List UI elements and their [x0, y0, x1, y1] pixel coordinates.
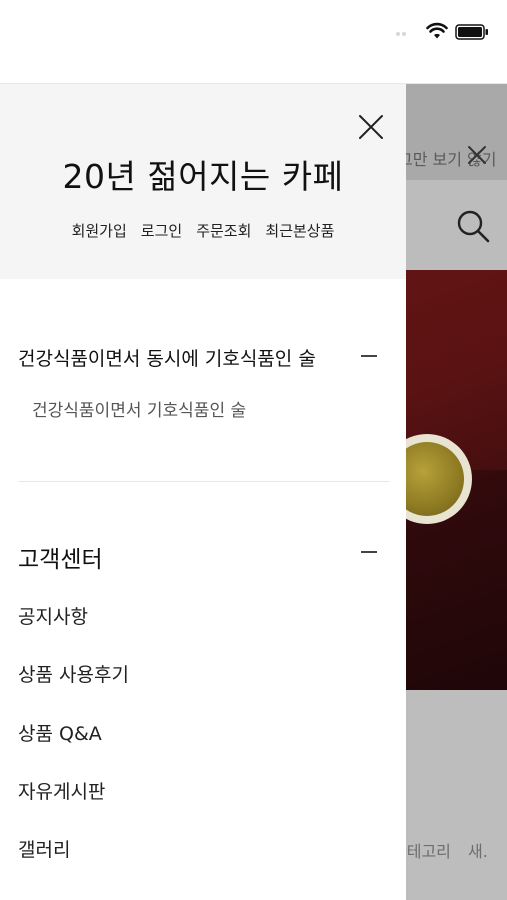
- shop-title: 20년 젊어지는 카페: [62, 157, 344, 196]
- recently-viewed-link[interactable]: 최근본상품: [265, 220, 334, 241]
- category-section-title[interactable]: 건강식품이면서 동시에 기호식품인 술: [18, 344, 316, 371]
- status-bar: [0, 0, 507, 84]
- signal-dots-icon: [396, 30, 408, 38]
- product-qna-link[interactable]: 상품 Q&A: [18, 719, 102, 746]
- bottom-nav-new[interactable]: 새.: [468, 838, 488, 862]
- product-review-link[interactable]: 상품 사용후기: [18, 660, 129, 687]
- category-item[interactable]: 건강식품이면서 기호식품인 술: [32, 396, 246, 421]
- gallery-link[interactable]: 갤러리: [18, 835, 70, 862]
- collapse-icon[interactable]: [361, 551, 377, 553]
- drawer-header: 20년 젊어지는 카페 회원가입 로그인 주문조회 최근본상품: [0, 84, 406, 279]
- close-icon[interactable]: [466, 144, 488, 166]
- close-icon[interactable]: [356, 112, 386, 142]
- divider: [18, 481, 390, 482]
- customer-center-title[interactable]: 고객센터: [18, 540, 103, 574]
- order-lookup-link[interactable]: 주문조회: [196, 220, 251, 241]
- battery-icon: [455, 24, 488, 40]
- app-screen: 그만 보기 않기 카테고리 새. 20년 젊어지는 카페 회원가입 로그인 주문: [0, 0, 507, 900]
- side-drawer: 20년 젊어지는 카페 회원가입 로그인 주문조회 최근본상품 건강식품이면서 …: [0, 84, 406, 900]
- account-links: 회원가입 로그인 주문조회 최근본상품: [0, 220, 406, 241]
- collapse-icon[interactable]: [361, 355, 377, 357]
- search-icon[interactable]: [455, 208, 491, 244]
- wifi-icon: [426, 22, 448, 39]
- free-board-link[interactable]: 자유게시판: [18, 777, 105, 804]
- notice-link[interactable]: 공지사항: [18, 602, 88, 629]
- login-link[interactable]: 로그인: [141, 220, 182, 241]
- signup-link[interactable]: 회원가입: [72, 220, 127, 241]
